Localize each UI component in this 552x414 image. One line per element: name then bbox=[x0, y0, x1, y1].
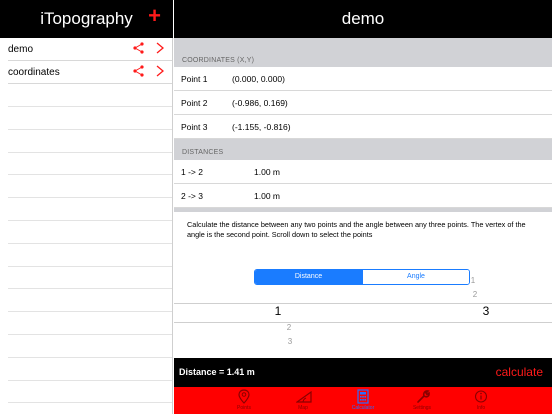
add-button[interactable]: + bbox=[148, 5, 161, 27]
project-item-label: coordinates bbox=[8, 67, 60, 78]
coordinates-section-label: COORDINATES (X,Y) bbox=[182, 57, 255, 64]
empty-row-divider bbox=[8, 402, 172, 403]
distance-row: 1 -> 2 1.00 m bbox=[174, 160, 552, 184]
empty-row-divider bbox=[8, 334, 172, 335]
distance-result: Distance = 1.41 m bbox=[179, 367, 255, 377]
coordinate-row: Point 2 (-0.986, 0.169) bbox=[174, 91, 552, 115]
point-name: Point 1 bbox=[181, 74, 208, 84]
project-item-coordinates[interactable]: coordinates bbox=[8, 61, 172, 84]
tab-label: Points bbox=[237, 405, 251, 411]
picker-col2-option[interactable]: 1 bbox=[463, 276, 483, 285]
empty-row-divider bbox=[8, 174, 172, 175]
coordinate-row: Point 1 (0.000, 0.000) bbox=[174, 67, 552, 91]
main-header: demo bbox=[174, 0, 552, 38]
sidebar: iTopography + demo coordinates bbox=[0, 0, 173, 414]
tab-points[interactable]: Points bbox=[224, 387, 264, 414]
empty-row-divider bbox=[8, 380, 172, 381]
calculator-panel: Calculate the distance between any two p… bbox=[174, 212, 552, 358]
instructions-text: Calculate the distance between any two p… bbox=[187, 220, 526, 239]
empty-row-divider bbox=[8, 288, 172, 289]
result-bar: Distance = 1.41 m calculate bbox=[174, 358, 552, 387]
tab-map[interactable]: Map bbox=[283, 387, 323, 414]
distances-section-label: DISTANCES bbox=[182, 149, 224, 156]
distance-name: 1 -> 2 bbox=[181, 167, 203, 177]
tab-label: Calculator bbox=[351, 405, 375, 411]
point-value: (0.000, 0.000) bbox=[232, 74, 285, 84]
point-name: Point 2 bbox=[181, 98, 208, 108]
tab-label: Settings bbox=[412, 405, 432, 411]
project-item-label: demo bbox=[8, 44, 34, 55]
empty-row-divider bbox=[8, 129, 172, 130]
tab-calculator[interactable]: Calculator bbox=[343, 387, 383, 414]
point-picker[interactable]: 1 2 3 1 2 3 bbox=[174, 276, 552, 358]
tab-settings[interactable]: Settings bbox=[402, 387, 442, 414]
empty-row-divider bbox=[8, 266, 172, 267]
calculate-button[interactable]: calculate bbox=[496, 365, 543, 379]
point-value: (-1.155, -0.816) bbox=[232, 122, 291, 132]
distance-value: 1.00 m bbox=[254, 167, 280, 177]
tab-info[interactable]: Info bbox=[461, 387, 501, 414]
main-panel: demo COORDINATES (X,Y) Point 1 (0.000, 0… bbox=[174, 0, 552, 414]
chevron-right-icon[interactable] bbox=[156, 42, 164, 54]
protractor-icon bbox=[296, 390, 312, 403]
empty-row-divider bbox=[8, 106, 172, 107]
wrench-icon bbox=[417, 390, 430, 403]
point-name: Point 3 bbox=[181, 122, 208, 132]
empty-row-divider bbox=[8, 311, 172, 312]
point-value: (-0.986, 0.169) bbox=[232, 98, 288, 108]
tab-label: Info bbox=[476, 405, 486, 411]
share-icon[interactable] bbox=[133, 42, 144, 54]
distance-name: 2 -> 3 bbox=[181, 191, 203, 201]
sidebar-header: iTopography + bbox=[0, 0, 173, 38]
picker-col1-selected[interactable]: 1 bbox=[268, 304, 288, 318]
picker-col2-selected[interactable]: 3 bbox=[476, 304, 496, 318]
picker-col1-option[interactable]: 3 bbox=[280, 337, 300, 346]
empty-row-divider bbox=[8, 243, 172, 244]
picker-col1-option[interactable]: 2 bbox=[279, 323, 299, 332]
pin-icon bbox=[238, 389, 250, 404]
tab-bar: Points Map Calculator Settings Info bbox=[174, 387, 552, 414]
project-item-demo[interactable]: demo bbox=[8, 38, 172, 61]
empty-row-divider bbox=[8, 152, 172, 153]
tab-label: Map bbox=[298, 405, 308, 411]
empty-row-divider bbox=[8, 197, 172, 198]
picker-col2-option[interactable]: 2 bbox=[465, 290, 485, 299]
distance-value: 1.00 m bbox=[254, 191, 280, 201]
calculator-icon bbox=[357, 389, 369, 404]
empty-row-divider bbox=[8, 357, 172, 358]
distance-row: 2 -> 3 1.00 m bbox=[174, 184, 552, 208]
info-icon bbox=[474, 390, 488, 403]
share-icon[interactable] bbox=[133, 65, 144, 77]
sidebar-title: iTopography bbox=[40, 9, 133, 28]
page-title: demo bbox=[341, 9, 385, 28]
coordinate-row: Point 3 (-1.155, -0.816) bbox=[174, 115, 552, 139]
chevron-right-icon[interactable] bbox=[156, 65, 164, 77]
empty-row-divider bbox=[8, 220, 172, 221]
